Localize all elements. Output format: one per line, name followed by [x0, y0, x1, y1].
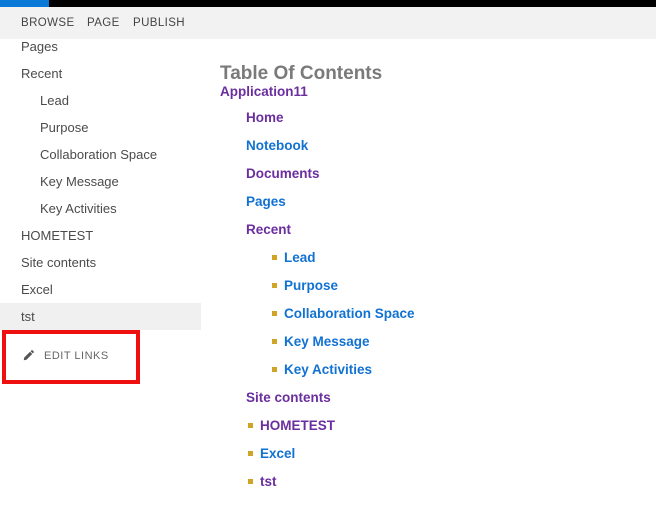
toc-label: tst: [260, 474, 277, 489]
edit-links-label: EDIT LINKS: [44, 350, 109, 362]
toc-label: HOMETEST: [260, 418, 335, 433]
sidebar-item-tst[interactable]: tst: [0, 303, 201, 330]
toc-link-site-contents[interactable]: Site contents: [220, 390, 640, 405]
toc-link-purpose[interactable]: Purpose: [220, 278, 640, 293]
sidebar-nav: Pages Recent Lead Purpose Collaboration …: [0, 33, 201, 330]
toc-label: Documents: [246, 166, 320, 181]
toc-link-key-activities[interactable]: Key Activities: [220, 362, 640, 377]
toc-label: Site contents: [246, 390, 331, 405]
toc-link-pages[interactable]: Pages: [220, 194, 640, 209]
square-bullet-icon: [272, 367, 277, 372]
square-bullet-icon: [272, 283, 277, 288]
toc-link-recent[interactable]: Recent: [220, 222, 640, 237]
page-title: Table Of Contents: [220, 63, 382, 85]
square-bullet-icon: [272, 311, 277, 316]
square-bullet-icon: [248, 479, 253, 484]
square-bullet-icon: [248, 423, 253, 428]
toc-link-home[interactable]: Home: [220, 110, 640, 125]
sidebar-item-collaboration-space[interactable]: Collaboration Space: [0, 141, 201, 168]
toc-label: Home: [246, 110, 284, 125]
toc-label: Key Message: [284, 334, 370, 349]
sidebar-item-site-contents[interactable]: Site contents: [0, 249, 201, 276]
edit-links-button[interactable]: EDIT LINKS: [22, 349, 109, 362]
toc-label: Recent: [246, 222, 291, 237]
sidebar-item-hometest[interactable]: HOMETEST: [0, 222, 201, 249]
toc-label: Application11: [220, 84, 308, 99]
toc-link-application11[interactable]: Application11: [220, 84, 640, 99]
sidebar-item-pages[interactable]: Pages: [0, 33, 201, 60]
toc-label: Lead: [284, 250, 316, 265]
sidebar-item-excel[interactable]: Excel: [0, 276, 201, 303]
toc-label: Purpose: [284, 278, 338, 293]
sidebar-item-key-message[interactable]: Key Message: [0, 168, 201, 195]
toc-link-excel[interactable]: Excel: [220, 446, 640, 461]
toc-label: Key Activities: [284, 362, 372, 377]
toc-link-lead[interactable]: Lead: [220, 250, 640, 265]
sidebar-item-key-activities[interactable]: Key Activities: [0, 195, 201, 222]
toc-link-documents[interactable]: Documents: [220, 166, 640, 181]
square-bullet-icon: [272, 339, 277, 344]
square-bullet-icon: [272, 255, 277, 260]
toc-label: Notebook: [246, 138, 308, 153]
sidebar-item-recent[interactable]: Recent: [0, 60, 201, 87]
suite-bar-accent-segment: [0, 0, 49, 7]
toc-link-notebook[interactable]: Notebook: [220, 138, 640, 153]
table-of-contents: Application11 Home Notebook Documents Pa…: [220, 84, 640, 502]
toc-link-key-message[interactable]: Key Message: [220, 334, 640, 349]
toc-link-tst[interactable]: tst: [220, 474, 640, 489]
toc-link-collaboration-space[interactable]: Collaboration Space: [220, 306, 640, 321]
toc-label: Excel: [260, 446, 295, 461]
toc-link-hometest[interactable]: HOMETEST: [220, 418, 640, 433]
sidebar-item-purpose[interactable]: Purpose: [0, 114, 201, 141]
pencil-icon: [22, 349, 35, 362]
toc-label: Collaboration Space: [284, 306, 415, 321]
toc-label: Pages: [246, 194, 286, 209]
suite-bar: [0, 0, 656, 7]
sidebar-item-lead[interactable]: Lead: [0, 87, 201, 114]
square-bullet-icon: [248, 451, 253, 456]
